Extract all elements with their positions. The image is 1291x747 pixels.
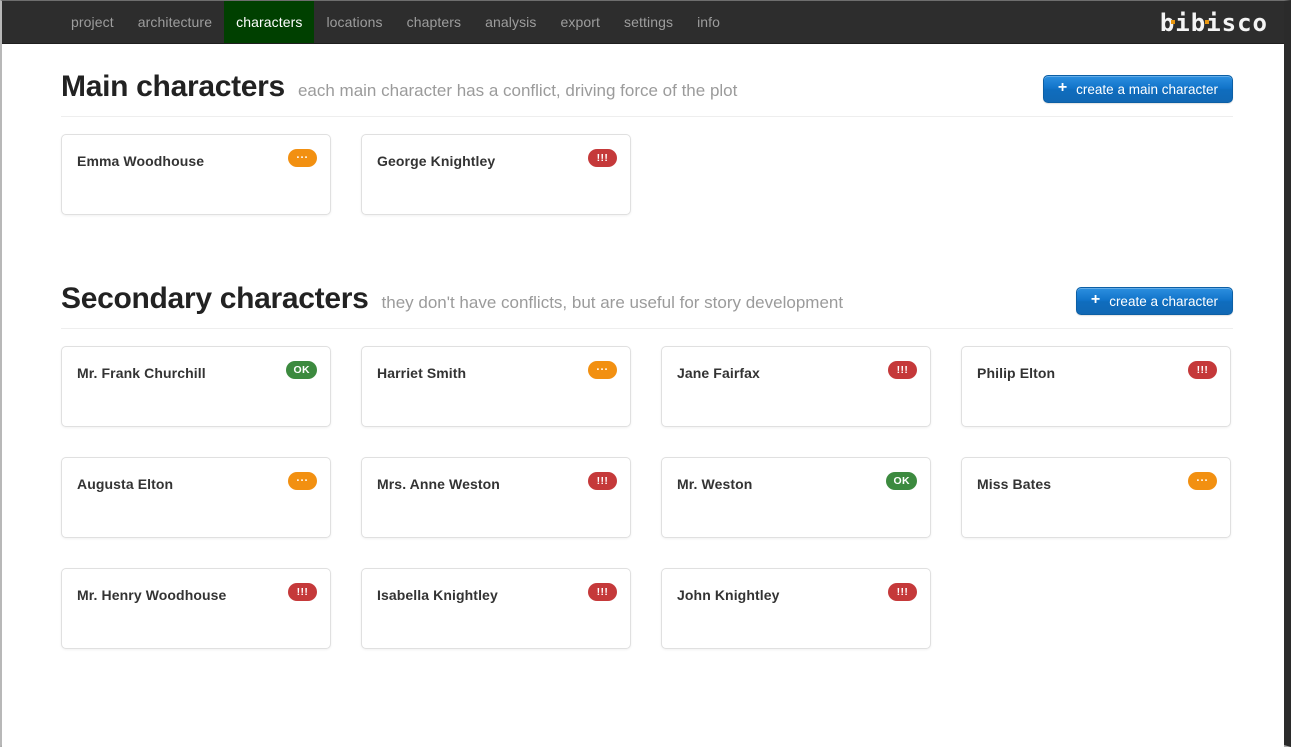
create-character-button[interactable]: + create a character <box>1076 287 1233 315</box>
secondary-characters-subtitle: they don't have conflicts, but are usefu… <box>382 293 844 313</box>
nav-item-project[interactable]: project <box>59 1 126 43</box>
nav-item-characters[interactable]: characters <box>224 1 314 43</box>
character-name: John Knightley <box>677 587 780 603</box>
character-card[interactable]: George Knightley!!! <box>361 134 631 215</box>
status-badge[interactable]: !!! <box>588 583 617 601</box>
secondary-section-title: Secondary characters <box>61 282 369 316</box>
create-main-character-button[interactable]: + create a main character <box>1043 75 1233 103</box>
status-badge[interactable]: ... <box>1188 472 1217 490</box>
create-main-character-label: create a main character <box>1076 82 1218 97</box>
character-card[interactable]: Miss Bates... <box>961 457 1231 538</box>
page-title: Main characters <box>61 70 285 104</box>
status-badge[interactable]: !!! <box>1188 361 1217 379</box>
character-card[interactable]: Jane Fairfax!!! <box>661 346 931 427</box>
main-characters-subtitle: each main character has a conflict, driv… <box>298 81 737 101</box>
nav-item-architecture[interactable]: architecture <box>126 1 224 43</box>
character-card[interactable]: Augusta Elton... <box>61 457 331 538</box>
page-content: Main characters each main character has … <box>2 44 1284 747</box>
status-badge-text: ... <box>296 473 308 484</box>
status-badge[interactable]: ... <box>588 361 617 379</box>
nav-item-export[interactable]: export <box>549 1 613 43</box>
character-card[interactable]: Isabella Knightley!!! <box>361 568 631 649</box>
secondary-characters-section: Secondary characters they don't have con… <box>61 215 1233 649</box>
nav-item-locations[interactable]: locations <box>314 1 394 43</box>
character-card[interactable]: Mr. Frank Churchill OK <box>61 346 331 427</box>
main-navigation-bar: projectarchitecturecharacterslocationsch… <box>2 1 1284 44</box>
status-badge[interactable]: ... <box>288 149 317 167</box>
plus-icon: + <box>1091 292 1100 308</box>
logo-dot-icon <box>1171 20 1175 24</box>
status-badge[interactable]: ... <box>288 472 317 490</box>
character-name: George Knightley <box>377 153 495 169</box>
secondary-characters-header: Secondary characters they don't have con… <box>61 282 1233 329</box>
status-badge[interactable]: !!! <box>588 472 617 490</box>
bibisco-logo: bibisco <box>1160 1 1268 44</box>
character-name: Mr. Henry Woodhouse <box>77 587 226 603</box>
character-card[interactable]: Mrs. Anne Weston!!! <box>361 457 631 538</box>
plus-icon: + <box>1058 80 1067 96</box>
character-card[interactable]: Philip Elton!!! <box>961 346 1231 427</box>
nav-item-info[interactable]: info <box>685 1 732 43</box>
main-characters-section: Main characters each main character has … <box>61 44 1233 215</box>
status-badge-text: ... <box>596 362 608 373</box>
character-card[interactable]: Mr. Henry Woodhouse!!! <box>61 568 331 649</box>
character-name: Mr. Weston <box>677 476 752 492</box>
status-badge[interactable]: !!! <box>288 583 317 601</box>
logo-dot-icon <box>1205 20 1209 24</box>
status-badge[interactable]: OK <box>286 361 317 379</box>
create-character-label: create a character <box>1109 294 1218 309</box>
brand-text: bibisco <box>1160 9 1268 37</box>
character-card[interactable]: Emma Woodhouse... <box>61 134 331 215</box>
status-badge-text: ... <box>1196 473 1208 484</box>
status-badge[interactable]: !!! <box>888 361 917 379</box>
nav-item-list: projectarchitecturecharacterslocationsch… <box>59 1 732 43</box>
character-card[interactable]: Harriet Smith... <box>361 346 631 427</box>
character-name: Emma Woodhouse <box>77 153 204 169</box>
secondary-characters-grid: Mr. Frank Churchill OK Harriet Smith... Jan… <box>61 329 1233 649</box>
character-name: Mr. Frank Churchill <box>77 365 206 381</box>
character-name: Isabella Knightley <box>377 587 498 603</box>
app-window: projectarchitecturecharacterslocationsch… <box>0 0 1291 747</box>
character-card[interactable]: Mr. Weston OK <box>661 457 931 538</box>
character-name: Philip Elton <box>977 365 1055 381</box>
main-characters-grid: Emma Woodhouse... George Knightley!!! <box>61 117 1233 215</box>
status-badge[interactable]: OK <box>886 472 917 490</box>
nav-item-settings[interactable]: settings <box>612 1 685 43</box>
nav-item-analysis[interactable]: analysis <box>473 1 548 43</box>
status-badge[interactable]: !!! <box>888 583 917 601</box>
status-badge-text: ... <box>296 150 308 161</box>
character-name: Augusta Elton <box>77 476 173 492</box>
nav-item-chapters[interactable]: chapters <box>395 1 474 43</box>
character-card[interactable]: John Knightley!!! <box>661 568 931 649</box>
character-name: Miss Bates <box>977 476 1051 492</box>
character-name: Harriet Smith <box>377 365 466 381</box>
character-name: Jane Fairfax <box>677 365 760 381</box>
main-characters-header: Main characters each main character has … <box>61 70 1233 117</box>
character-name: Mrs. Anne Weston <box>377 476 500 492</box>
status-badge[interactable]: !!! <box>588 149 617 167</box>
